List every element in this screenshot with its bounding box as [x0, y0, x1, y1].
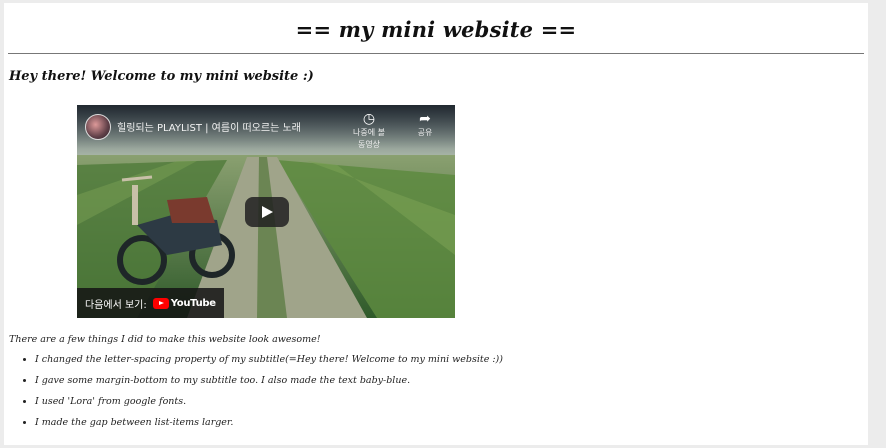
share-label: 공유: [417, 128, 433, 137]
play-button[interactable]: [245, 197, 289, 227]
watch-on-youtube-button[interactable]: 다음에서 보기: YouTube: [77, 288, 224, 318]
watch-on-label: 다음에서 보기:: [85, 299, 147, 311]
clock-icon: ◷: [362, 111, 376, 127]
share-button[interactable]: ➦ 공유: [407, 111, 443, 139]
play-icon: [262, 206, 273, 218]
youtube-wordmark: YouTube: [170, 297, 216, 309]
intro-text: There are a few things I did to make thi…: [9, 334, 321, 345]
list-item: I made the gap between list-items larger…: [35, 416, 503, 437]
channel-avatar[interactable]: [85, 114, 111, 140]
video-title[interactable]: 힐링되는 PLAYLIST | 여름이 떠오르는 노래: [117, 119, 347, 134]
page: == my mini website == Hey there! Welcome…: [4, 3, 868, 445]
list-item: I used 'Lora' from google fonts.: [35, 395, 503, 416]
list-item: I gave some margin-bottom to my subtitle…: [35, 374, 503, 395]
title-divider: [8, 53, 864, 54]
page-title: == my mini website ==: [295, 17, 577, 42]
video-embed[interactable]: 힐링되는 PLAYLIST | 여름이 떠오르는 노래 ◷ 나중에 볼 동영상 …: [77, 105, 455, 318]
youtube-play-icon: [152, 297, 169, 309]
youtube-logo: YouTube: [152, 297, 216, 309]
share-icon: ➦: [419, 111, 431, 127]
watch-later-button[interactable]: ◷ 나중에 볼 동영상: [351, 111, 387, 151]
watch-later-label: 나중에 볼 동영상: [353, 128, 385, 149]
feature-list: I changed the letter-spacing property of…: [9, 353, 503, 437]
page-subtitle: Hey there! Welcome to my mini website :): [9, 69, 314, 84]
list-item: I changed the letter-spacing property of…: [35, 353, 503, 374]
